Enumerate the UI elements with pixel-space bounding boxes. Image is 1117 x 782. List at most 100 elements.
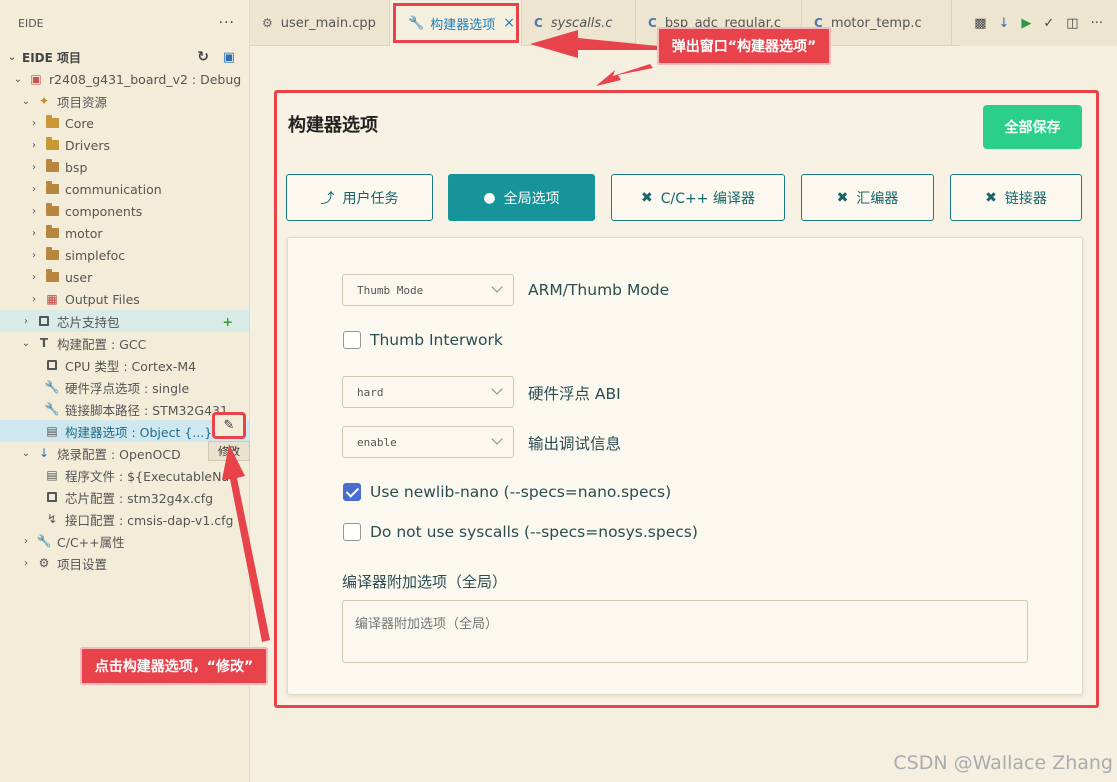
tab-cpp-compiler[interactable]: ✖ C/C++ 编译器 — [611, 174, 785, 221]
chip-package-label: 芯片支持包 — [57, 314, 120, 330]
chevron-down-icon: ⌄ — [21, 337, 31, 349]
folder-item[interactable]: › motor — [0, 222, 249, 244]
interface-config-label: 接口配置 : cmsis-dap-v1.cfg — [65, 512, 234, 528]
chevron-right-icon: › — [32, 227, 36, 239]
tree-fpu[interactable]: 🔧 硬件浮点选项 : single — [0, 376, 249, 398]
tree-build-config[interactable]: ⌄ T 构建配置 : GCC — [0, 332, 249, 354]
download-icon[interactable]: ↓ — [998, 16, 1009, 31]
project-label: r2408_g431_board_v2 : Debug — [49, 71, 242, 87]
arm-mode-select[interactable]: Thumb Mode — [342, 274, 514, 306]
folder-item[interactable]: › bsp — [0, 156, 249, 178]
page-title: 构建器选项 — [288, 115, 378, 136]
misc-options-label: 编译器附加选项（全局） — [342, 573, 508, 591]
tab-user-tasks[interactable]: ⤴ 用户任务 — [286, 174, 433, 221]
folder-item[interactable]: › Core — [0, 112, 249, 134]
add-icon[interactable]: + — [223, 314, 233, 329]
build-config-label: 构建配置 : GCC — [57, 336, 147, 352]
debug-info-label: 输出调试信息 — [528, 435, 622, 453]
folder-item[interactable]: › simplefoc — [0, 244, 249, 266]
tree-project-resources[interactable]: ⌄ ✦ 项目资源 — [0, 90, 249, 112]
tree-interface-config[interactable]: ↯ 接口配置 : cmsis-dap-v1.cfg — [0, 508, 249, 530]
close-icon[interactable]: × — [503, 15, 515, 31]
chevron-right-icon: › — [32, 183, 36, 195]
tab-label: 用户任务 — [342, 190, 399, 207]
chip-icon — [44, 357, 60, 373]
tree-cpp-properties[interactable]: › 🔧 C/C++属性 — [0, 530, 249, 552]
tools-icon: ✖ — [985, 189, 997, 206]
arm-mode-label: ARM/Thumb Mode — [528, 281, 670, 299]
tree-chip-config[interactable]: 芯片配置 : stm32g4x.cfg — [0, 486, 249, 508]
chevron-right-icon: › — [24, 315, 28, 327]
tree-chip-package[interactable]: › 芯片支持包 + — [0, 310, 249, 332]
fpu-label: 硬件浮点选项 : single — [65, 380, 190, 396]
watermark: CSDN @Wallace Zhang — [893, 752, 1113, 774]
folder-item-output[interactable]: › ▦ Output Files — [0, 288, 249, 310]
misc-options-input[interactable] — [342, 600, 1028, 663]
eide-project-section[interactable]: ⌄ EIDE 项目 ↻ ▣ — [0, 46, 249, 68]
c-file-icon: C — [534, 16, 543, 30]
split-editor-icon[interactable]: ◫ — [1066, 16, 1078, 31]
folder-item[interactable]: › user — [0, 266, 249, 288]
chip-config-label: 芯片配置 : stm32g4x.cfg — [65, 490, 214, 506]
file-icon: ▤ — [46, 468, 58, 482]
chevron-right-icon: › — [24, 535, 28, 547]
folder-icon — [44, 137, 60, 153]
tab-label: 全局选项 — [503, 190, 560, 207]
tree-cpu-type[interactable]: CPU 类型 : Cortex-M4 — [0, 354, 249, 376]
tab-label: syscalls.c — [550, 15, 613, 31]
folder-label: Core — [65, 115, 94, 131]
save-config-icon[interactable]: ▣ — [223, 50, 235, 65]
refresh-icon[interactable]: ↻ — [197, 49, 209, 65]
chevron-right-icon: › — [24, 557, 28, 569]
edit-button[interactable]: ✎ — [212, 412, 246, 439]
select-value: Thumb Mode — [357, 283, 424, 297]
edit-tooltip: 修改 — [208, 441, 250, 461]
newlib-nano-checkbox[interactable] — [343, 483, 361, 501]
folder-icon — [44, 181, 60, 197]
chevron-right-icon: › — [32, 161, 36, 173]
tab-linker[interactable]: ✖ 链接器 — [950, 174, 1082, 221]
thumb-interwork-checkbox[interactable] — [343, 331, 361, 349]
chevron-right-icon: › — [32, 293, 36, 305]
tab-label: motor_temp.c — [830, 15, 922, 31]
tab-label: user_main.cpp — [280, 15, 376, 31]
run-icon[interactable]: ▶ — [1021, 16, 1031, 31]
tab-global-options[interactable]: ● 全局选项 — [448, 174, 595, 221]
tab-builder-options[interactable]: 🔧 构建器选项 × — [390, 0, 522, 46]
wrench-icon: 🔧 — [36, 534, 52, 548]
folder-item[interactable]: › components — [0, 200, 249, 222]
chevron-right-icon: › — [32, 249, 36, 261]
folder-item[interactable]: › Drivers — [0, 134, 249, 156]
tab-syscalls[interactable]: C syscalls.c — [522, 0, 636, 46]
clean-icon[interactable]: ✓ — [1043, 16, 1054, 31]
chevron-down-icon: ⌄ — [13, 73, 23, 85]
chevron-right-icon: › — [32, 205, 36, 217]
folder-icon — [44, 159, 60, 175]
builder-options-panel: 构建器选项 全部保存 ⤴ 用户任务 ● 全局选项 ✖ C/C++ 编译器 ✖ 汇… — [274, 90, 1099, 708]
chip-icon — [36, 313, 52, 329]
click-callout: 点击构建器选项，“修改” — [80, 647, 268, 685]
tab-assembler[interactable]: ✖ 汇编器 — [801, 174, 934, 221]
folder-label: simplefoc — [65, 247, 126, 263]
tab-user-main[interactable]: ⚙ user_main.cpp — [250, 0, 390, 46]
globe-icon: ● — [483, 189, 496, 206]
more-icon[interactable]: ··· — [1091, 16, 1103, 31]
folder-label: Output Files — [65, 291, 140, 307]
save-all-button[interactable]: 全部保存 — [983, 105, 1082, 149]
tab-label: 构建器选项 — [430, 17, 496, 33]
resources-icon: ✦ — [38, 94, 50, 108]
build-icon[interactable]: ▩ — [974, 16, 986, 31]
debug-info-select[interactable]: enable — [342, 426, 514, 458]
builder-options-label: 构建器选项 : Object {...} — [65, 424, 213, 440]
float-abi-select[interactable]: hard — [342, 376, 514, 408]
folder-label: bsp — [65, 159, 88, 175]
project-root[interactable]: ⌄ ▣ r2408_g431_board_v2 : Debug — [0, 68, 249, 90]
tree-project-settings[interactable]: › ⚙ 项目设置 — [0, 552, 249, 574]
no-syscalls-checkbox[interactable] — [343, 523, 361, 541]
gear-icon: ⚙ — [38, 556, 50, 570]
cpp-props-label: C/C++属性 — [57, 534, 125, 550]
tree-program-file[interactable]: ▤ 程序文件 : ${ExecutableNa — [0, 464, 249, 486]
more-actions-icon[interactable]: ··· — [219, 15, 235, 31]
folder-icon — [44, 203, 60, 219]
folder-item[interactable]: › communication — [0, 178, 249, 200]
